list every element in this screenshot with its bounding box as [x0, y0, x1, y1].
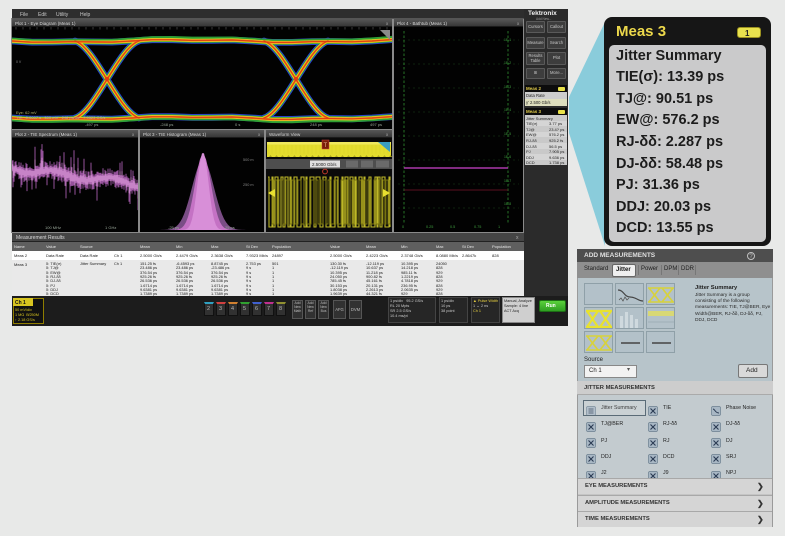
svg-text:2.5000 Gb/s: 2.5000 Gb/s: [312, 162, 337, 167]
svg-text:T: T: [324, 143, 328, 149]
